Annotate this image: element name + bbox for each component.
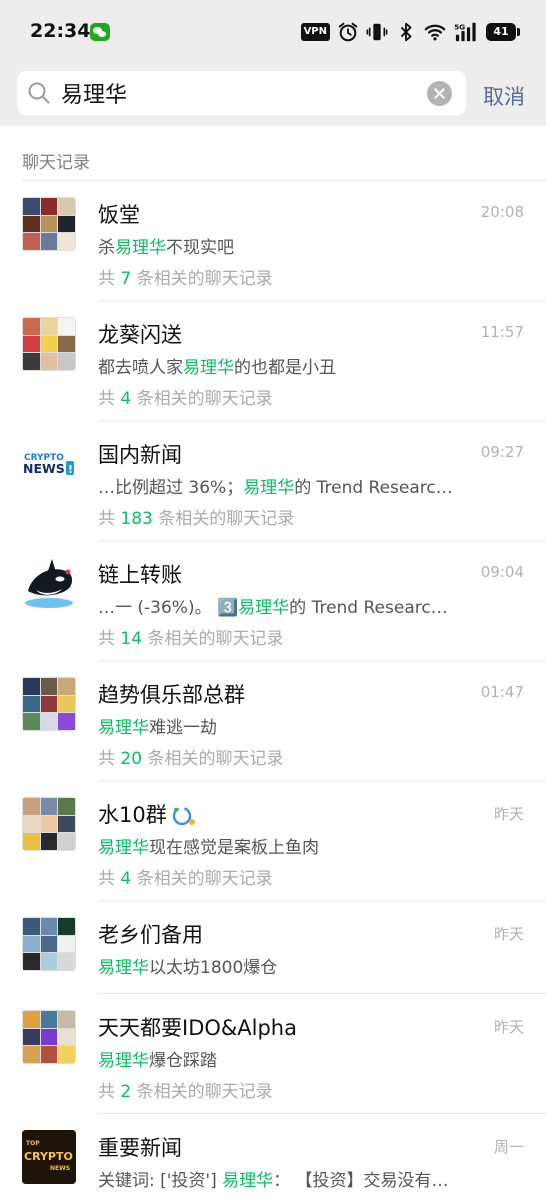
list-item[interactable]: 龙葵闪送 11:57 都去喷人家易理华的也都是小丑 共 4 条相关的聊天记录 (0, 301, 546, 421)
message-snippet: 易理华难逃一劫 (98, 718, 217, 738)
message-snippet: 都去喷人家易理华的也都是小丑 (98, 358, 336, 378)
chat-time: 09:04 (480, 563, 524, 581)
section-title: 聊天记录 (22, 153, 90, 173)
svg-text:CRYPTO: CRYPTO (24, 1150, 73, 1163)
message-snippet: 易理华以太坊1800爆仓 (98, 958, 278, 978)
chat-time: 20:08 (480, 203, 524, 221)
status-time: 22:34 (30, 20, 91, 42)
list-item[interactable]: TOP CRYPTO NEWS 重要新闻 周一 关键词: ['投资'] 易理华：… (0, 1114, 546, 1200)
group-avatar (22, 317, 76, 371)
status-icons: VPN 5G 41 (300, 20, 520, 44)
keyword-highlight: 易理华 (183, 358, 234, 378)
group-avatar (22, 1010, 76, 1064)
alarm-icon (338, 22, 358, 42)
svg-text:TOP: TOP (26, 1140, 40, 1147)
svg-text:NEWS: NEWS (23, 461, 65, 476)
message-snippet: 杀易理华不现实吧 (98, 238, 234, 258)
svg-text:5G: 5G (454, 22, 465, 31)
search-input[interactable] (61, 71, 421, 115)
chat-name: 国内新闻 (98, 443, 182, 467)
chat-time: 周一 (493, 1138, 524, 1156)
record-count: 共 4 条相关的聊天记录 (98, 869, 273, 889)
list-item[interactable]: 链上转账 09:04 …一 (-36%)。 3️⃣易理华的 Trend Rese… (0, 541, 546, 661)
keyword-highlight: 易理华 (238, 598, 290, 618)
chat-time: 09:27 (480, 443, 524, 461)
cancel-button[interactable]: 取消 (483, 81, 525, 111)
message-snippet: …一 (-36%)。 3️⃣易理华的 Trend Researc… (98, 598, 448, 618)
orca-icon (25, 559, 73, 608)
keyword-highlight: 易理华 (98, 718, 149, 738)
chat-time: 昨天 (493, 1018, 524, 1036)
list-item[interactable]: 老乡们备用 昨天 易理华以太坊1800爆仓 (0, 901, 546, 994)
record-count: 共 2 条相关的聊天记录 (98, 1082, 273, 1102)
keyword-highlight: 易理华 (98, 958, 149, 978)
search-header: 取消 (0, 62, 546, 126)
record-count: 共 20 条相关的聊天记录 (98, 749, 284, 769)
close-icon (434, 88, 445, 99)
group-avatar (22, 917, 76, 971)
chat-time: 昨天 (493, 925, 524, 943)
message-snippet: 易理华爆仓踩踏 (98, 1051, 217, 1071)
chat-time: 11:57 (480, 323, 524, 341)
svg-text:NEWS: NEWS (50, 1165, 70, 1172)
vibrate-icon (366, 23, 388, 41)
wechat-icon (90, 23, 110, 41)
chat-time: 01:47 (480, 683, 524, 701)
status-bar: 22:34 VPN 5G 41 (0, 0, 546, 62)
top-crypto-news-logo-icon: TOP CRYPTO NEWS (22, 1130, 76, 1184)
list-item[interactable]: 趋势俱乐部总群 01:47 易理华难逃一劫 共 20 条相关的聊天记录 (0, 661, 546, 781)
crypto-news-logo: CRYPTO NEWS ! (22, 437, 76, 491)
chat-name: 老乡们备用 (98, 923, 203, 947)
keyword-highlight: 易理华 (243, 478, 295, 498)
chat-name: 链上转账 (98, 563, 182, 587)
record-count: 共 4 条相关的聊天记录 (98, 389, 273, 409)
battery-icon: 41 (486, 23, 520, 41)
search-box[interactable] (17, 71, 466, 115)
message-snippet: 易理华现在感觉是案板上鱼肉 (98, 838, 319, 858)
signal-icon: 5G (454, 22, 476, 42)
keyword-highlight: 易理华 (222, 1171, 274, 1191)
chat-time: 昨天 (493, 805, 524, 823)
chat-name: 天天都要IDO&Alpha (98, 1016, 297, 1040)
chat-name: 水10群 (98, 799, 197, 829)
list-item[interactable]: CRYPTO NEWS ! 国内新闻 09:27 …比例超过 36%；易理华的 … (0, 421, 546, 541)
wifi-icon (424, 24, 446, 41)
chat-name: 重要新闻 (98, 1136, 182, 1160)
group-avatar (22, 677, 76, 731)
record-count: 共 14 条相关的聊天记录 (98, 629, 284, 649)
record-count: 共 183 条相关的聊天记录 (98, 509, 295, 529)
message-snippet: …比例超过 36%；易理华的 Trend Researc… (98, 478, 453, 498)
svg-text:!: ! (68, 463, 73, 476)
keyword-highlight: 易理华 (115, 238, 166, 258)
vpn-badge: VPN (300, 23, 330, 41)
chat-name: 饭堂 (98, 203, 140, 227)
keyword-highlight: 易理华 (98, 1051, 149, 1071)
crypto-news-logo-icon: CRYPTO NEWS ! (23, 453, 74, 476)
keyword-highlight: 易理华 (98, 838, 149, 858)
list-item[interactable]: 天天都要IDO&Alpha 昨天 易理华爆仓踩踏 共 2 条相关的聊天记录 (0, 994, 546, 1114)
chat-name: 趋势俱乐部总群 (98, 683, 245, 707)
top-crypto-news-logo: TOP CRYPTO NEWS (22, 1130, 76, 1184)
chat-name: 龙葵闪送 (98, 323, 182, 347)
group-avatar (22, 197, 76, 251)
message-snippet: 关键词: ['投资'] 易理华： 【投资】交易没有… (98, 1171, 449, 1191)
record-count: 共 7 条相关的聊天记录 (98, 269, 273, 289)
list-item[interactable]: 水10群 昨天 易理华现在感觉是案板上鱼肉 共 4 条相关的聊天记录 (0, 781, 546, 901)
clear-search-button[interactable] (427, 81, 452, 106)
enterprise-chat-icon (172, 806, 195, 826)
list-item[interactable]: 饭堂 20:08 杀易理华不现实吧 共 7 条相关的聊天记录 (0, 181, 546, 301)
search-icon (28, 82, 50, 104)
group-avatar (22, 797, 76, 851)
orca-avatar (22, 557, 76, 611)
bluetooth-icon (400, 22, 412, 42)
